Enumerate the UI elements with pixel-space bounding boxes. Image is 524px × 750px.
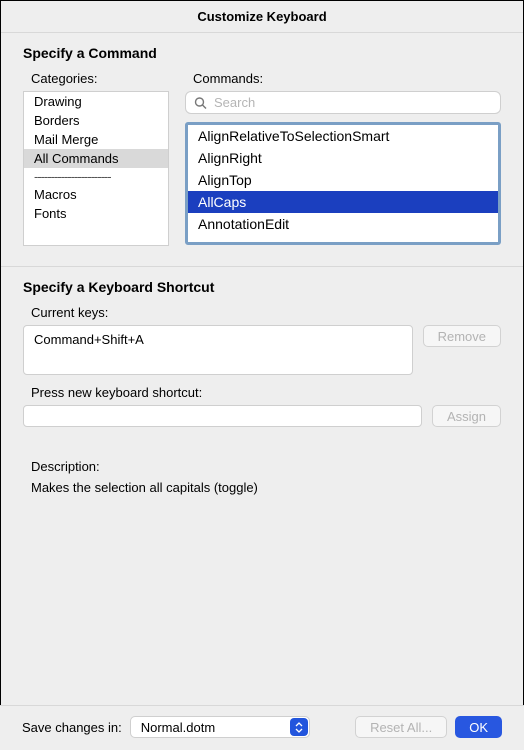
current-keys-label: Current keys: bbox=[23, 305, 501, 320]
dialog-title: Customize Keyboard bbox=[1, 1, 523, 33]
current-keys-box[interactable]: Command+Shift+A bbox=[23, 325, 413, 375]
save-changes-value: Normal.dotm bbox=[141, 720, 215, 735]
chevron-updown-icon bbox=[290, 718, 308, 736]
command-item[interactable]: AlignTop bbox=[188, 169, 498, 191]
command-item[interactable]: AlignRelativeToSelectionSmart bbox=[188, 125, 498, 147]
current-keys-value: Command+Shift+A bbox=[34, 332, 144, 347]
commands-list[interactable]: AlignRelativeToSelectionSmart AlignRight… bbox=[185, 122, 501, 245]
search-icon bbox=[194, 96, 207, 109]
category-divider: ----------------------- bbox=[24, 168, 168, 185]
description-label: Description: bbox=[31, 459, 501, 474]
categories-label: Categories: bbox=[23, 71, 169, 86]
command-item[interactable]: AnnotationEdit bbox=[188, 213, 498, 235]
category-item-mail-merge[interactable]: Mail Merge bbox=[24, 130, 168, 149]
command-item[interactable]: AlignRight bbox=[188, 147, 498, 169]
dialog-footer: Save changes in: Normal.dotm Reset All..… bbox=[0, 705, 524, 750]
specify-command-section: Specify a Command Categories: Drawing Bo… bbox=[1, 33, 523, 246]
press-new-label: Press new keyboard shortcut: bbox=[23, 385, 501, 400]
reset-all-button[interactable]: Reset All... bbox=[355, 716, 447, 738]
description-text: Makes the selection all capitals (toggle… bbox=[31, 480, 501, 495]
save-changes-label: Save changes in: bbox=[22, 720, 122, 735]
category-item-all-commands[interactable]: All Commands bbox=[24, 149, 168, 168]
save-changes-select[interactable]: Normal.dotm bbox=[130, 716, 310, 738]
section-heading-command: Specify a Command bbox=[23, 45, 501, 61]
remove-button[interactable]: Remove bbox=[423, 325, 501, 347]
assign-button[interactable]: Assign bbox=[432, 405, 501, 427]
category-item-drawing[interactable]: Drawing bbox=[24, 92, 168, 111]
category-item-borders[interactable]: Borders bbox=[24, 111, 168, 130]
search-input[interactable] bbox=[185, 91, 501, 114]
new-shortcut-input[interactable] bbox=[23, 405, 422, 427]
commands-label: Commands: bbox=[185, 71, 501, 86]
specify-shortcut-section: Specify a Keyboard Shortcut Current keys… bbox=[1, 267, 523, 495]
command-item-allcaps[interactable]: AllCaps bbox=[188, 191, 498, 213]
category-item-macros[interactable]: Macros bbox=[24, 185, 168, 204]
categories-list[interactable]: Drawing Borders Mail Merge All Commands … bbox=[23, 91, 169, 246]
section-heading-shortcut: Specify a Keyboard Shortcut bbox=[23, 279, 501, 295]
category-item-fonts[interactable]: Fonts bbox=[24, 204, 168, 223]
ok-button[interactable]: OK bbox=[455, 716, 502, 738]
